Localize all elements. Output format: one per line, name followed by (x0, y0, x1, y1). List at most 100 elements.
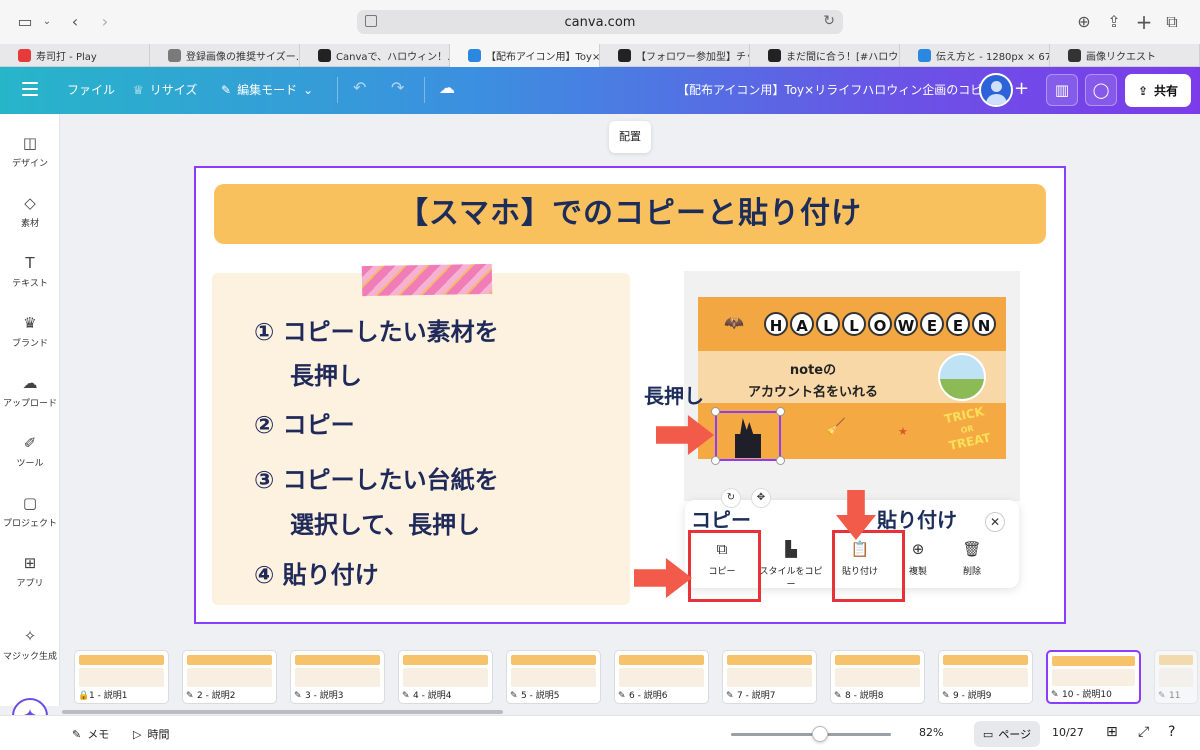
page-thumbnail[interactable]: 🔒 1 - 説明1 (74, 650, 169, 704)
upload-arrow-icon: ⇪ (1137, 83, 1149, 98)
zoom-level[interactable]: 82% (919, 726, 943, 739)
page-thumbnail[interactable]: ✎ 2 - 説明2 (182, 650, 277, 704)
sidebar-item-brand[interactable]: ♛ ブランド (0, 314, 60, 364)
grid-view-icon[interactable]: ⊞ (1106, 724, 1118, 740)
sidebar-item-magic[interactable]: ✧ マジック生成 (0, 627, 60, 677)
menu-icon[interactable] (22, 82, 38, 96)
browser-tab[interactable]: 【フォロワー参加型】チッ… (600, 44, 750, 67)
browser-tab[interactable]: 画像リクエスト (1050, 44, 1200, 67)
thumbnail-scrollbar[interactable] (62, 710, 503, 714)
move-icon[interactable]: ✥ (751, 488, 771, 508)
redo-icon[interactable]: ↷ (391, 78, 404, 97)
sidebar-item-upload[interactable]: ☁ アップロード (0, 374, 60, 424)
chevron-down-icon[interactable]: ⌄ (36, 11, 58, 33)
notes-button[interactable]: ✎ メモ (72, 726, 109, 742)
favicon-icon (18, 49, 31, 62)
sidebar-item-design[interactable]: ◫ デザイン (0, 134, 60, 184)
resize-button[interactable]: ♕ リサイズ (133, 81, 197, 98)
thumbnail-body (511, 668, 596, 687)
page-thumbnail[interactable]: ✎ 3 - 説明3 (290, 650, 385, 704)
browser-tab[interactable]: 伝え方と - 1280px × 67… (900, 44, 1050, 67)
pages-view-button[interactable]: ▭ ページ (974, 721, 1040, 747)
tab-overview-icon[interactable]: ⧉ (1161, 11, 1183, 33)
page-thumbnail[interactable]: ✎ 6 - 説明6 (614, 650, 709, 704)
page-thumbnail[interactable]: ✎ 7 - 説明7 (722, 650, 817, 704)
timer-button[interactable]: ▷ 時間 (133, 726, 169, 742)
undo-icon[interactable]: ↶ (353, 78, 366, 97)
sidebar-item-text[interactable]: T テキスト (0, 254, 60, 304)
divider (337, 77, 338, 103)
thumbnail-header (619, 655, 704, 665)
sidebar-item-project[interactable]: ▢ プロジェクト (0, 494, 60, 544)
page-thumbnail[interactable]: ✎ 10 - 説明10 (1046, 650, 1141, 704)
document-title[interactable]: 【配布アイコン用】Toy×リライフハロウィン企画のコピー (677, 81, 994, 98)
thumbnail-body (619, 668, 704, 687)
document-title-text: 【配布アイコン用】Toy×リライフハロウィン企画のコピー (677, 83, 995, 97)
page-counter[interactable]: 10/27 (1052, 726, 1084, 739)
share-button[interactable]: ⇪ 共有 (1125, 74, 1191, 107)
resize-handle[interactable] (776, 407, 785, 416)
help-icon[interactable]: ? (1168, 724, 1175, 740)
site-settings-icon[interactable] (365, 15, 377, 27)
context-menu-item-paint-roller[interactable]: ▙ スタイルをコピー (756, 540, 826, 590)
context-menu-item-trash[interactable]: 🗑 削除 (937, 540, 1007, 577)
close-icon[interactable]: ✕ (985, 512, 1005, 532)
thumbnail-label: 3 - 説明3 (305, 691, 344, 701)
insights-button[interactable]: ▥ (1046, 74, 1078, 106)
favicon-icon (1068, 49, 1081, 62)
fullscreen-icon[interactable]: ⤢ (1138, 724, 1149, 740)
file-label: ファイル (67, 83, 116, 97)
address-bar[interactable]: canva.com ↻ (357, 10, 843, 34)
resize-handle[interactable] (711, 407, 720, 416)
rotate-icon[interactable]: ↻ (721, 488, 741, 508)
avatar[interactable] (979, 73, 1013, 107)
browser-tab[interactable]: まだ間に合う！[#ハロウィ… (750, 44, 900, 67)
sidebar-item-label: テキスト (12, 279, 48, 289)
cloud-sync-icon[interactable]: ☁ (439, 78, 455, 97)
design-page[interactable]: 【スマホ】でのコピーと貼り付け ① コピーしたい素材を 長押し ② コピー ③ … (194, 166, 1066, 624)
halloween-letter: H (764, 312, 788, 336)
copy-highlight (688, 530, 761, 602)
notes-icon: ✎ (72, 727, 82, 741)
page-thumbnail[interactable]: ✎ 11 (1154, 650, 1198, 704)
page-thumbnail[interactable]: ✎ 5 - 説明5 (506, 650, 601, 704)
download-icon[interactable]: ⊕ (1073, 11, 1095, 33)
sidebar-item-elements[interactable]: ◇ 素材 (0, 194, 60, 244)
selected-castle-element[interactable] (711, 407, 785, 465)
zoom-slider-knob[interactable] (812, 726, 828, 742)
browser-tab-label: 登録画像の推奨サイズー… (186, 52, 300, 63)
sidebar-item-tool[interactable]: ✐ ツール (0, 434, 60, 484)
new-tab-icon[interactable]: + (1133, 11, 1155, 33)
bar-chart-icon: ▥ (1054, 81, 1070, 99)
page-thumbnail[interactable]: ✎ 4 - 説明4 (398, 650, 493, 704)
tool-icon: ✐ (23, 434, 37, 452)
resize-handle[interactable] (711, 456, 720, 465)
favicon-icon (168, 49, 181, 62)
zoom-slider[interactable] (731, 733, 891, 736)
chevron-down-icon: ⌄ (303, 82, 314, 97)
halloween-letter: L (842, 312, 866, 336)
browser-tab[interactable]: 【配布アイコン用】Toy×リ… (450, 44, 600, 67)
back-icon[interactable]: ‹ (64, 11, 86, 33)
reload-icon[interactable]: ↻ (823, 13, 835, 29)
add-collaborator-icon[interactable]: + (1014, 78, 1029, 99)
browser-tab-label: 【配布アイコン用】Toy×リ… (486, 52, 600, 63)
browser-tab[interactable]: Canvaで、ハロウィン！… (300, 44, 450, 67)
page-thumbnail[interactable]: ✎ 9 - 説明9 (938, 650, 1033, 704)
arrange-button[interactable]: 配置 (609, 121, 651, 153)
resize-handle[interactable] (776, 456, 785, 465)
browser-tab[interactable]: 寿司打 - Play (0, 44, 150, 67)
sidebar-item-label: ツール (16, 459, 44, 469)
bat-icon: 🦇 (724, 313, 744, 332)
file-menu[interactable]: ファイル (67, 81, 115, 98)
crown-icon: ♕ (133, 82, 144, 97)
edit-icon: ✎ (1051, 690, 1059, 700)
browser-tab[interactable]: 登録画像の推奨サイズー… (150, 44, 300, 67)
forward-icon[interactable]: › (94, 11, 116, 33)
sidebar-toggle-icon[interactable]: ▭ (14, 11, 36, 33)
share-sheet-icon[interactable]: ⇪ (1103, 11, 1125, 33)
comments-button[interactable]: ◯ (1085, 74, 1117, 106)
edit-mode-dropdown[interactable]: ✎ 編集モード ⌄ (221, 81, 313, 98)
page-thumbnail[interactable]: ✎ 8 - 説明8 (830, 650, 925, 704)
sidebar-item-apps[interactable]: ⊞ アプリ (0, 554, 60, 604)
